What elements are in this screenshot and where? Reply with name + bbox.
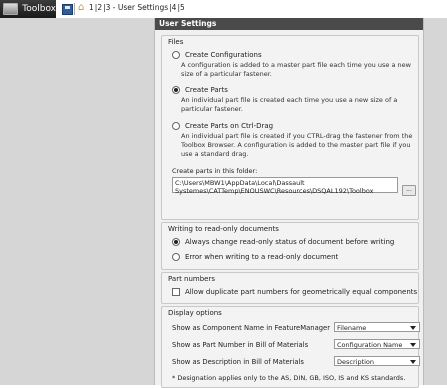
folder-label: Create parts in this folder: [172, 167, 258, 175]
component-name-label: Show as Component Name in FeatureManager [172, 324, 331, 332]
toolbox-tab-label: Toolbox [22, 4, 56, 14]
part-number-value: Configuration Name [337, 341, 403, 349]
always-change-readonly-label: Always change read-only status of docume… [185, 238, 395, 246]
breadcrumb: 1|2|3 - User Settings|4|5 [89, 3, 185, 12]
radio-button[interactable] [172, 122, 180, 130]
part-number-select[interactable]: Configuration Name [334, 339, 420, 349]
component-name-select[interactable]: Filename [334, 322, 420, 332]
save-icon[interactable] [62, 4, 73, 15]
designation-footnote: * Designation applies only to the AS, DI… [172, 374, 406, 382]
part-number-label: Show as Part Number in Bill of Materials [172, 341, 309, 349]
always-change-readonly-radio[interactable]: Always change read-only status of docume… [172, 238, 394, 246]
step-3-link[interactable]: 3 - User Settings [106, 3, 169, 12]
allow-duplicate-checkbox-row[interactable]: Allow duplicate part numbers for geometr… [172, 288, 417, 296]
radio-button-selected[interactable] [172, 238, 180, 246]
error-readonly-label: Error when writing to a read-only docume… [185, 253, 339, 261]
create-configurations-label: Create Configurations [185, 51, 262, 59]
part-numbers-group: Part numbers Allow duplicate part number… [161, 272, 419, 304]
create-parts-radio[interactable]: Create Parts [172, 86, 228, 94]
step-5-link[interactable]: 5 [180, 3, 185, 12]
step-4-link[interactable]: 4 [172, 3, 177, 12]
component-name-value: Filename [337, 324, 367, 332]
radio-button-selected[interactable] [172, 86, 180, 94]
files-group-title: Files [168, 38, 184, 46]
display-options-group-title: Display options [168, 309, 222, 317]
chevron-down-icon [410, 343, 416, 347]
right-pane [422, 18, 447, 385]
browse-button[interactable]: ... [402, 185, 416, 196]
step-2-link[interactable]: 2 [97, 3, 102, 12]
toolbar-separator [74, 3, 75, 15]
readonly-group: Writing to read-only documents Always ch… [161, 222, 419, 270]
create-parts-ctrl-drag-radio[interactable]: Create Parts on Ctrl-Drag [172, 122, 273, 130]
top-toolbar: Toolbox ⌂ 1|2|3 - User Settings|4|5 [0, 0, 447, 18]
chevron-down-icon [410, 360, 416, 364]
files-group: Files Create Configurations A configurat… [161, 35, 419, 220]
part-numbers-group-title: Part numbers [168, 275, 216, 283]
panel-title: User Settings [155, 18, 423, 30]
create-configurations-radio[interactable]: Create Configurations [172, 51, 262, 59]
folder-path-input[interactable]: C:\Users\MBW1\AppData\Local\Dassault Sys… [172, 177, 398, 195]
create-parts-ctrl-drag-label: Create Parts on Ctrl-Drag [185, 122, 274, 130]
allow-duplicate-label: Allow duplicate part numbers for geometr… [185, 288, 418, 296]
description-select[interactable]: Description [334, 356, 420, 366]
create-parts-desc: An individual part file is created each … [181, 96, 398, 113]
readonly-group-title: Writing to read-only documents [168, 225, 279, 233]
left-pane [0, 18, 154, 385]
display-options-group: Display options Show as Component Name i… [161, 306, 420, 388]
allow-duplicate-checkbox[interactable] [172, 288, 180, 296]
description-value: Description [337, 358, 375, 366]
error-readonly-radio[interactable]: Error when writing to a read-only docume… [172, 253, 338, 261]
create-configurations-desc: A configuration is added to a master par… [181, 61, 411, 78]
radio-button[interactable] [172, 253, 180, 261]
create-parts-label: Create Parts [185, 86, 228, 94]
toolbox-icon [3, 3, 19, 15]
home-icon[interactable]: ⌂ [78, 3, 88, 13]
chevron-down-icon [410, 326, 416, 330]
description-label: Show as Description in Bill of Materials [172, 358, 304, 366]
toolbox-tab[interactable]: Toolbox [0, 0, 56, 18]
step-1-link[interactable]: 1 [89, 3, 94, 12]
radio-button[interactable] [172, 51, 180, 59]
create-parts-ctrl-drag-desc: An individual part file is created if yo… [181, 132, 413, 158]
user-settings-panel: User Settings Files Create Configuration… [154, 18, 424, 388]
